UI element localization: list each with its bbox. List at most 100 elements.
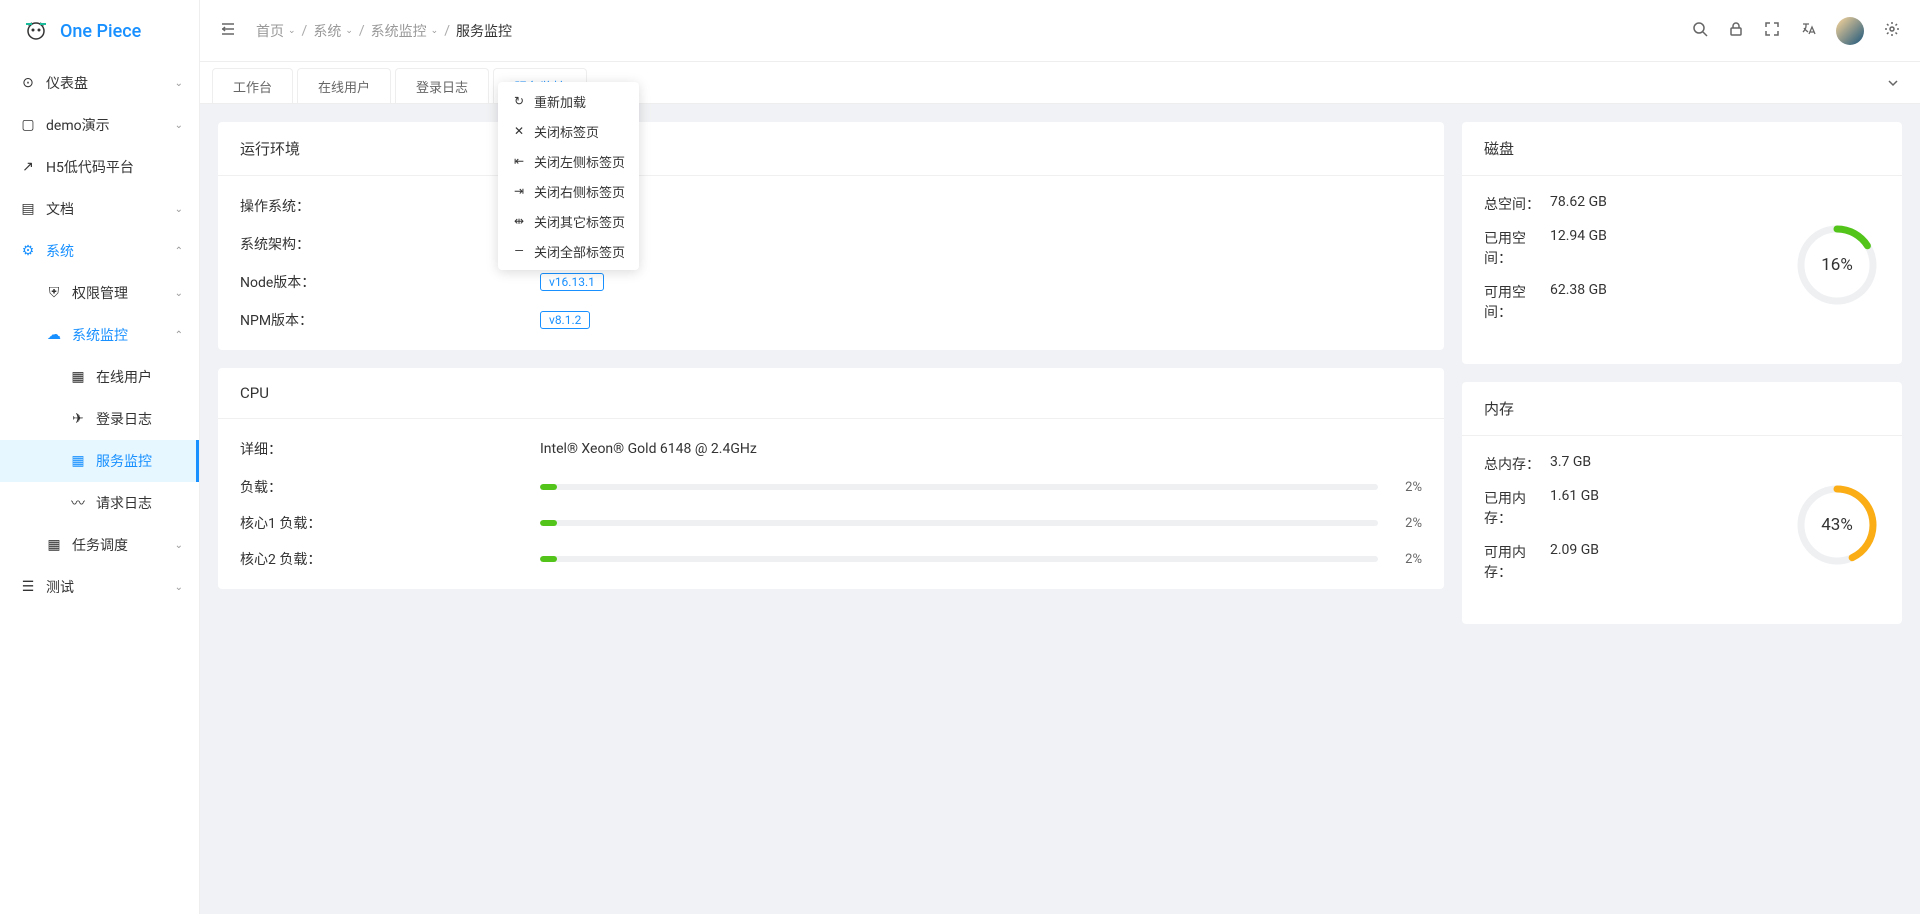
menu-icon: ▦ [46, 537, 62, 553]
sidebar: One Piece ⊙仪表盘⌄▢demo演示⌄↗H5低代码平台▤文档⌄ ⚙ 系统 ⌃ ⛨… [0, 0, 200, 914]
context-item-关闭左侧标签页[interactable]: ⇤ 关闭左侧标签页 [498, 146, 639, 176]
stat-row: 总空间：78.62 GB [1484, 194, 1794, 214]
chevron-icon: ⌃ [175, 330, 183, 341]
cpu-detail-row: 详细：Intel® Xeon® Gold 6148 @ 2.4GHz [240, 439, 1422, 459]
nav-menu: ⊙仪表盘⌄▢demo演示⌄↗H5低代码平台▤文档⌄ ⚙ 系统 ⌃ ⛨ 权限管理 ⌄ ☁系统监控… [0, 62, 199, 914]
context-icon: ↻ [512, 94, 526, 108]
stat-value: 78.62 GB [1550, 194, 1607, 214]
menu-icon: ✈ [70, 411, 86, 427]
sidebar-toggle-icon[interactable] [220, 21, 236, 41]
tabs-collapse-icon[interactable] [1878, 62, 1908, 103]
lock-icon[interactable] [1728, 21, 1744, 41]
stat-value: 3.7 GB [1550, 454, 1591, 474]
cpu-load-row: 核心2 负载： 2% [240, 549, 1422, 569]
sidebar-item-仪表盘[interactable]: ⊙仪表盘⌄ [0, 62, 199, 104]
context-label: 关闭其它标签页 [534, 212, 625, 231]
load-label: 核心1 负载： [240, 513, 540, 533]
avatar[interactable] [1836, 17, 1864, 45]
search-icon[interactable] [1692, 21, 1708, 41]
logo-icon [22, 17, 50, 45]
menu-icon: ⚙ [20, 243, 36, 259]
menu-icon: ▦ [70, 369, 86, 385]
menu-icon: 〰 [70, 493, 86, 513]
tab-context-menu: ↻重新加载✕关闭标签页 ⇤ 关闭左侧标签页 ⇥ 关闭右侧标签页 ⇹关闭其它标签页—关闭全部… [498, 82, 639, 270]
stat-value: 12.94 GB [1550, 228, 1607, 268]
breadcrumb-item: 服务监控 [456, 21, 512, 41]
stat-label: 总空间： [1484, 194, 1550, 214]
menu-label: 服务监控 [96, 451, 183, 471]
context-item-关闭其它标签页[interactable]: ⇹关闭其它标签页 [498, 206, 639, 236]
menu-label: 权限管理 [72, 283, 175, 303]
menu-label: H5低代码平台 [46, 157, 183, 177]
breadcrumb-item[interactable]: 系统监控 ⌄ [371, 21, 439, 41]
version-badge: v8.1.2 [540, 311, 590, 329]
breadcrumb-sep: / [444, 23, 450, 39]
load-pct: 2% [1392, 552, 1422, 567]
context-label: 关闭右侧标签页 [534, 182, 625, 201]
env-row: 操作系统： [240, 196, 1422, 216]
sidebar-item-权限管理[interactable]: ⛨权限管理⌄ [0, 272, 199, 314]
env-label: Node版本： [240, 272, 540, 292]
context-label: 关闭左侧标签页 [534, 152, 625, 171]
sidebar-item-服务监控[interactable]: ▦ 服务监控 [0, 440, 199, 482]
tab-登录日志[interactable]: 登录日志 [395, 68, 489, 103]
sidebar-item-测试[interactable]: ☰测试⌄ [0, 566, 199, 608]
env-row: 系统架构：x64 [240, 234, 1422, 254]
header-actions [1692, 17, 1900, 45]
menu-icon: ☰ [20, 579, 36, 595]
sidebar-item-demo演示[interactable]: ▢demo演示⌄ [0, 104, 199, 146]
language-icon[interactable] [1800, 21, 1816, 41]
stat-row: 已用空间：12.94 GB [1484, 228, 1794, 268]
context-item-关闭全部标签页[interactable]: —关闭全部标签页 [498, 236, 639, 266]
mem-title: 内存 [1462, 382, 1902, 436]
stat-row: 已用内存：1.61 GB [1484, 488, 1794, 528]
sidebar-item-在线用户[interactable]: ▦在线用户 [0, 356, 199, 398]
context-icon: ⇤ [512, 154, 526, 168]
context-item-关闭标签页[interactable]: ✕关闭标签页 [498, 116, 639, 146]
sidebar-item-H5低代码平台[interactable]: ↗H5低代码平台 [0, 146, 199, 188]
menu-icon: ▦ [70, 453, 86, 469]
mem-card: 内存 总内存：3.7 GB已用内存：1.61 GB可用内存：2.09 GB43% [1462, 382, 1902, 624]
load-bar [540, 520, 1378, 526]
sidebar-item-任务调度[interactable]: ▦任务调度⌄ [0, 524, 199, 566]
load-bar [540, 484, 1378, 490]
sidebar-item-登录日志[interactable]: ✈登录日志 [0, 398, 199, 440]
sidebar-item-请求日志[interactable]: 〰请求日志 [0, 482, 199, 524]
version-badge: v16.13.1 [540, 273, 604, 291]
context-label: 关闭标签页 [534, 122, 599, 141]
context-item-关闭右侧标签页[interactable]: ⇥ 关闭右侧标签页 [498, 176, 639, 206]
main: 首页 ⌄/系统 ⌄/系统监控 ⌄/服务监控 工作台在线用户登录日志服务监控 运行… [200, 0, 1920, 914]
chevron-icon: ⌄ [175, 582, 183, 593]
breadcrumb-item[interactable]: 系统 ⌄ [313, 21, 353, 41]
load-pct: 2% [1392, 516, 1422, 531]
breadcrumb-sep: / [359, 23, 365, 39]
stat-label: 已用空间： [1484, 228, 1550, 268]
load-bar [540, 556, 1378, 562]
env-label: NPM版本： [240, 310, 540, 330]
fullscreen-icon[interactable] [1764, 21, 1780, 41]
cpu-card: CPU 详细：Intel® Xeon® Gold 6148 @ 2.4GHz负载… [218, 368, 1444, 589]
context-item-重新加载[interactable]: ↻重新加载 [498, 86, 639, 116]
sidebar-item-文档[interactable]: ▤文档⌄ [0, 188, 199, 230]
env-title: 运行环境 [218, 122, 1444, 176]
brand-text: One Piece [60, 21, 141, 42]
context-icon: ⇥ [512, 184, 526, 198]
tab-工作台[interactable]: 工作台 [212, 68, 293, 103]
sidebar-item-系统[interactable]: ⚙系统⌃ [0, 230, 199, 272]
tab-在线用户[interactable]: 在线用户 [297, 68, 391, 103]
logo[interactable]: One Piece [0, 0, 199, 62]
menu-label: 仪表盘 [46, 73, 175, 93]
settings-icon[interactable] [1884, 21, 1900, 41]
load-label: 核心2 负载： [240, 549, 540, 569]
stat-row: 总内存：3.7 GB [1484, 454, 1794, 474]
menu-icon: ⛨ [46, 285, 62, 301]
stat-row: 可用内存：2.09 GB [1484, 542, 1794, 582]
chevron-icon: ⌄ [175, 540, 183, 551]
breadcrumb-item[interactable]: 首页 ⌄ [256, 21, 296, 41]
stat-row: 可用空间：62.38 GB [1484, 282, 1794, 322]
menu-icon: ▤ [20, 201, 36, 217]
menu-label: 系统 [46, 241, 175, 261]
sidebar-item-系统监控[interactable]: ☁系统监控⌃ [0, 314, 199, 356]
menu-icon: ☁ [46, 327, 62, 343]
tabs: 工作台在线用户登录日志服务监控 [200, 62, 1920, 104]
